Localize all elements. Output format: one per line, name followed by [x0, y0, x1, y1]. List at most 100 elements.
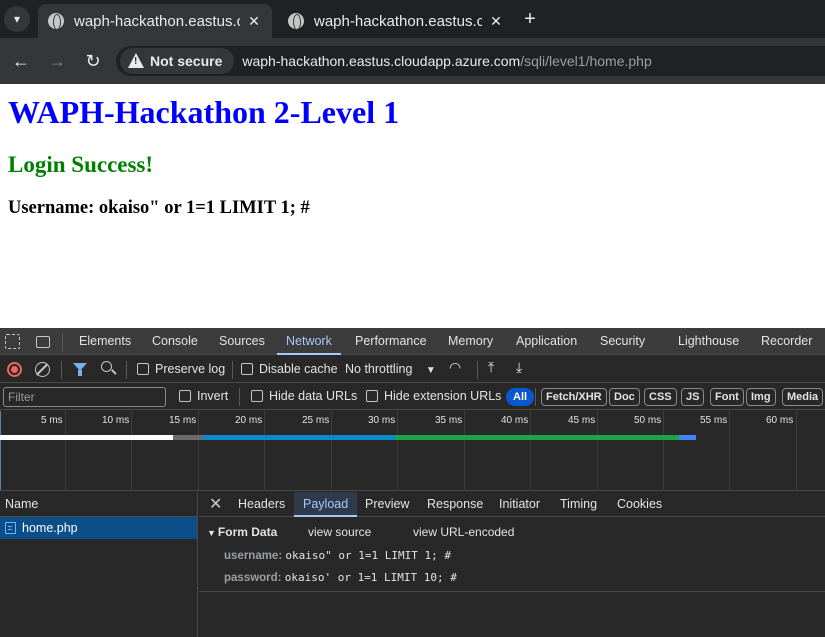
- invert-label: Invert: [197, 389, 229, 403]
- globe-icon: [288, 13, 304, 30]
- search-icon[interactable]: [101, 361, 112, 372]
- warning-icon: [128, 53, 144, 69]
- chevron-down-icon: ▾: [13, 12, 21, 26]
- tab-close-icon[interactable]: ✕: [246, 13, 262, 30]
- tab-close-icon[interactable]: ✕: [488, 13, 504, 30]
- grid-line: [530, 411, 531, 490]
- request-list: Name home.php: [0, 492, 198, 637]
- tab-console[interactable]: Console: [152, 328, 198, 355]
- checkbox-box: [251, 390, 263, 402]
- device-toolbar-icon[interactable]: [36, 336, 50, 348]
- checkbox-box: [179, 390, 191, 402]
- filter-type-css[interactable]: CSS: [644, 388, 677, 406]
- preserve-log-checkbox[interactable]: Preserve log: [137, 362, 225, 376]
- grid-line: [464, 411, 465, 490]
- record-icon[interactable]: [7, 362, 22, 377]
- tab-cookies[interactable]: Cookies: [617, 492, 662, 517]
- reload-icon[interactable]: ↻: [79, 47, 107, 75]
- tab-headers[interactable]: Headers: [238, 492, 285, 517]
- network-toolbar: Preserve log Disable cache No throttling…: [0, 356, 825, 383]
- export-har-icon[interactable]: ⤓: [516, 359, 522, 376]
- document-icon: [5, 522, 16, 534]
- tab-recorder[interactable]: Recorder: [761, 328, 812, 355]
- view-url-encoded-button[interactable]: view URL-encoded: [413, 525, 514, 539]
- filter-type-all[interactable]: All: [506, 388, 535, 406]
- network-conditions-icon[interactable]: ◠: [449, 359, 461, 376]
- security-label: Not secure: [150, 53, 223, 69]
- tick-label: 50 ms: [634, 415, 662, 426]
- disable-cache-checkbox[interactable]: Disable cache: [241, 362, 338, 376]
- grid-line: [131, 411, 132, 490]
- url-text[interactable]: waph-hackathon.eastus.cloudapp.azure.com…: [242, 53, 651, 69]
- divider: [126, 361, 127, 379]
- browser-tab[interactable]: waph-hackathon.eastus.c ✕: [278, 4, 514, 38]
- grid-line: [597, 411, 598, 490]
- tab-preview[interactable]: Preview: [365, 492, 409, 517]
- tick-label: 55 ms: [700, 415, 728, 426]
- waterfall-bar-waiting: [203, 435, 395, 440]
- filter-type-img[interactable]: Img: [746, 388, 776, 406]
- hide-extension-urls-label: Hide extension URLs: [384, 389, 502, 403]
- tab-response[interactable]: Response: [427, 492, 483, 517]
- tab-sources[interactable]: Sources: [219, 328, 265, 355]
- invert-checkbox[interactable]: Invert: [179, 389, 228, 403]
- address-bar[interactable]: Not secure waph-hackathon.eastus.cloudap…: [116, 46, 825, 76]
- tick-label: 20 ms: [235, 415, 263, 426]
- tab-payload[interactable]: Payload: [294, 492, 358, 517]
- grid-line: [796, 411, 797, 490]
- browser-tab-strip: ▾ waph-hackathon.eastus.c ✕ waph-hackath…: [0, 0, 825, 38]
- form-data-section-header[interactable]: ▼ Form Data: [207, 525, 277, 539]
- divider: [61, 361, 62, 379]
- filter-input[interactable]: Filter: [3, 387, 166, 407]
- tab-timing[interactable]: Timing: [560, 492, 597, 517]
- grid-line: [729, 411, 730, 490]
- tab-memory[interactable]: Memory: [448, 328, 493, 355]
- network-overview[interactable]: 5 ms 10 ms 15 ms 20 ms 25 ms 30 ms 35 ms…: [0, 411, 825, 491]
- forward-icon[interactable]: →: [43, 47, 71, 75]
- triangle-down-icon: ▼: [207, 528, 216, 538]
- checkbox-box: [137, 363, 149, 375]
- grid-line: [198, 411, 199, 490]
- inspect-element-icon[interactable]: [5, 334, 20, 349]
- filter-type-js[interactable]: JS: [681, 388, 705, 406]
- browser-tab-active[interactable]: waph-hackathon.eastus.c ✕: [38, 4, 272, 38]
- view-source-button[interactable]: view source: [308, 525, 371, 539]
- tab-search-button[interactable]: ▾: [4, 6, 30, 32]
- clear-icon[interactable]: [35, 362, 50, 377]
- tab-initiator[interactable]: Initiator: [499, 492, 540, 517]
- hide-extension-urls-checkbox[interactable]: Hide extension URLs: [366, 389, 501, 403]
- throttling-select[interactable]: No throttling ▼: [345, 362, 436, 376]
- new-tab-button[interactable]: +: [518, 6, 542, 32]
- tab-title: waph-hackathon.eastus.c: [314, 12, 482, 30]
- tab-application[interactable]: Application: [516, 328, 577, 355]
- filter-type-doc[interactable]: Doc: [609, 388, 640, 406]
- devtools-panel: Elements Console Sources Network Perform…: [0, 328, 825, 637]
- divider: [199, 591, 825, 592]
- grid-line: [331, 411, 332, 490]
- request-row[interactable]: home.php: [0, 517, 197, 539]
- username-line: Username: okaiso" or 1=1 LIMIT 1; #: [8, 198, 310, 218]
- page-title: WAPH-Hackathon 2-Level 1: [8, 94, 400, 130]
- grid-line: [663, 411, 664, 490]
- tab-lighthouse[interactable]: Lighthouse: [678, 328, 739, 355]
- form-data-label: Form Data: [217, 525, 278, 539]
- filter-icon[interactable]: [73, 363, 87, 376]
- grid-line: [264, 411, 265, 490]
- back-icon[interactable]: ←: [7, 47, 35, 75]
- import-har-icon[interactable]: ⤒: [488, 359, 494, 376]
- name-column-header[interactable]: Name: [0, 492, 197, 517]
- security-chip[interactable]: Not secure: [120, 48, 235, 74]
- filter-type-font[interactable]: Font: [710, 388, 744, 406]
- waterfall-bar-finish: [679, 435, 696, 440]
- filter-type-media[interactable]: Media: [782, 388, 824, 406]
- field-key: username:: [224, 550, 283, 562]
- tab-performance[interactable]: Performance: [355, 328, 427, 355]
- waterfall-bar-stalled: [173, 435, 203, 440]
- hide-data-urls-checkbox[interactable]: Hide data URLs: [251, 389, 357, 403]
- tab-elements[interactable]: Elements: [79, 328, 131, 355]
- tab-security[interactable]: Security: [600, 328, 645, 355]
- tab-network[interactable]: Network: [277, 328, 341, 355]
- filter-type-fetch-xhr[interactable]: Fetch/XHR: [541, 388, 607, 406]
- close-icon[interactable]: ✕: [209, 494, 222, 514]
- tick-label: 60 ms: [766, 415, 794, 426]
